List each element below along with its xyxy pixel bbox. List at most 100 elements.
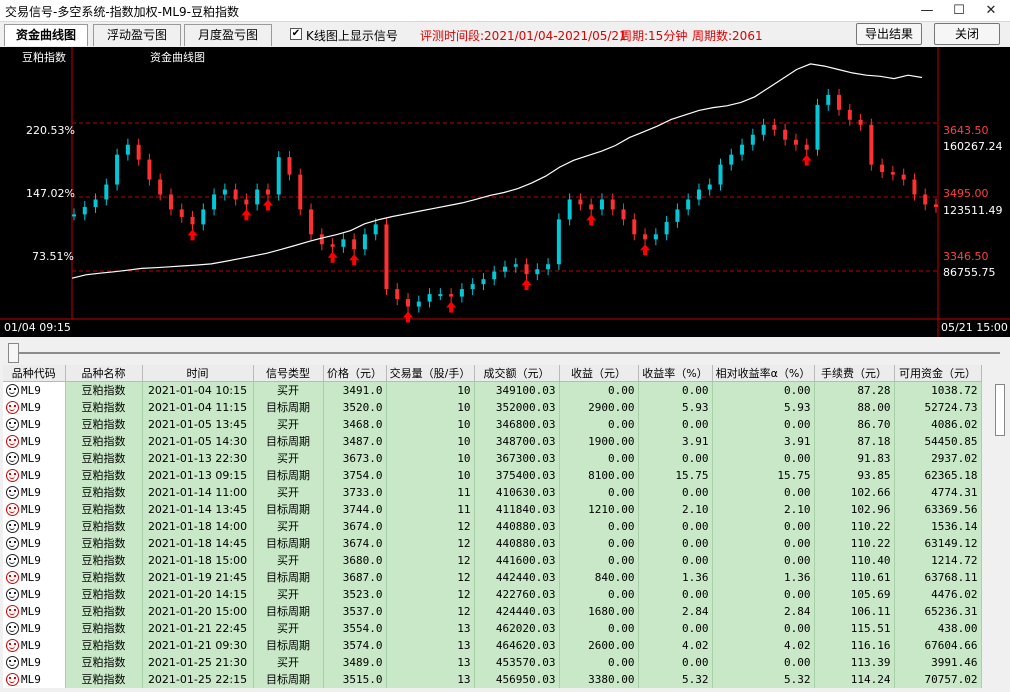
cell-rate: 4.02 xyxy=(638,636,713,654)
table-row[interactable]: ML9 豆粕指数 2021-01-25 21:30 买开 3489.0 13 453570.… xyxy=(3,653,982,671)
table-row[interactable]: ML9 豆粕指数 2021-01-05 14:30 目标周期 3487.0 10 34870… xyxy=(3,432,982,450)
cell-alpha: 0.00 xyxy=(712,483,815,501)
candle-body xyxy=(923,194,928,205)
cell-amount: 349100.03 xyxy=(474,381,560,399)
left-axis-label-mid: 147.02% xyxy=(26,187,75,200)
slider-thumb[interactable] xyxy=(8,343,19,363)
table-row[interactable]: ML9 豆粕指数 2021-01-25 22:15 目标周期 3515.0 13 45695… xyxy=(3,670,982,688)
column-header[interactable]: 品种代码 xyxy=(3,365,66,382)
cell-price: 3487.0 xyxy=(323,432,387,450)
chart-canvas xyxy=(0,47,1010,337)
candle-body xyxy=(567,199,572,220)
tab-monthly-pnl[interactable]: 月度盈亏图 xyxy=(184,24,272,46)
cell-alpha: 0.00 xyxy=(712,449,815,467)
cell-type: 买开 xyxy=(253,551,324,569)
candle-body xyxy=(136,144,141,160)
table-row[interactable]: ML9 豆粕指数 2021-01-04 11:15 目标周期 3520.0 10 35200… xyxy=(3,398,982,416)
cell-alpha: 0.00 xyxy=(712,653,815,671)
table-row[interactable]: ML9 豆粕指数 2021-01-18 14:45 目标周期 3674.0 12 44088… xyxy=(3,534,982,552)
column-header[interactable]: 成交额（元） xyxy=(474,365,560,382)
close-button[interactable]: 关闭 xyxy=(934,23,1000,45)
table-row[interactable]: ML9 豆粕指数 2021-01-14 11:00 买开 3733.0 11 410630.… xyxy=(3,483,982,501)
column-header[interactable]: 信号类型 xyxy=(253,365,324,382)
cell-fee: 114.24 xyxy=(814,670,895,688)
signal-arrow xyxy=(640,244,651,256)
table-scroll-thumb[interactable] xyxy=(995,384,1005,436)
candle-body xyxy=(912,179,917,195)
cell-cash: 67604.66 xyxy=(894,636,982,654)
table-row[interactable]: ML9 豆粕指数 2021-01-04 10:15 买开 3491.0 10 349100.… xyxy=(3,381,982,399)
cell-type: 目标周期 xyxy=(253,466,324,484)
chart-symbol-label: 豆粕指数 xyxy=(22,51,66,64)
candle-body xyxy=(696,189,701,200)
show-signal-checkbox[interactable]: ✔ xyxy=(290,28,302,40)
smiley-icon xyxy=(6,485,19,499)
time-end-label: 05/21 15:00 xyxy=(941,321,1008,334)
table-row[interactable]: ML9 豆粕指数 2021-01-13 09:15 目标周期 3754.0 10 37540… xyxy=(3,466,982,484)
column-header[interactable]: 收益（元） xyxy=(559,365,639,382)
export-button[interactable]: 导出结果 xyxy=(856,23,922,45)
candle-body xyxy=(847,109,852,120)
chart-time-slider[interactable] xyxy=(0,337,1010,365)
candle-body xyxy=(621,209,626,220)
table-row[interactable]: ML9 豆粕指数 2021-01-20 14:15 买开 3523.0 12 422760.… xyxy=(3,585,982,603)
table-row[interactable]: ML9 豆粕指数 2021-01-19 21:45 目标周期 3687.0 12 44244… xyxy=(3,568,982,586)
candle-body xyxy=(675,209,680,222)
table-vertical-scrollbar[interactable] xyxy=(993,382,1007,692)
table-row[interactable]: ML9 豆粕指数 2021-01-20 15:00 目标周期 3537.0 12 42444… xyxy=(3,602,982,620)
price-level-high: 3643.50 xyxy=(943,124,989,137)
tab-floating-pnl[interactable]: 浮动盈亏图 xyxy=(93,24,181,46)
cell-name: 豆粕指数 xyxy=(65,551,143,569)
table-row[interactable]: ML9 豆粕指数 2021-01-18 15:00 买开 3680.0 12 441600.… xyxy=(3,551,982,569)
table-row[interactable]: ML9 豆粕指数 2021-01-05 13:45 买开 3468.0 10 346800.… xyxy=(3,415,982,433)
cell-rate: 0.00 xyxy=(638,381,713,399)
tab-fund-curve[interactable]: 资金曲线图 xyxy=(4,24,88,46)
maximize-button[interactable]: ☐ xyxy=(944,0,974,22)
cell-rate: 2.10 xyxy=(638,500,713,518)
cell-name: 豆粕指数 xyxy=(65,432,143,450)
column-header[interactable]: 手续费（元） xyxy=(814,365,895,382)
column-header[interactable]: 价格（元） xyxy=(323,365,387,382)
candle-body xyxy=(503,266,507,272)
cell-time: 2021-01-18 14:00 xyxy=(142,517,254,535)
column-header[interactable]: 交易量（股/手） xyxy=(386,365,475,382)
cell-name: 豆粕指数 xyxy=(65,415,143,433)
candle-body xyxy=(837,94,842,110)
smiley-icon xyxy=(6,519,19,533)
cell-time: 2021-01-21 09:30 xyxy=(142,636,254,654)
cell-price: 3515.0 xyxy=(323,670,387,688)
minimize-button[interactable]: — xyxy=(912,0,942,22)
column-header[interactable]: 收益率（%） xyxy=(638,365,713,382)
period-count: 周期数:2061 xyxy=(692,29,763,43)
cell-type: 目标周期 xyxy=(253,602,324,620)
table-row[interactable]: ML9 豆粕指数 2021-01-21 22:45 买开 3554.0 13 462020.… xyxy=(3,619,982,637)
table-row[interactable]: ML9 豆粕指数 2021-01-18 14:00 买开 3674.0 12 440880.… xyxy=(3,517,982,535)
cell-fee: 110.22 xyxy=(814,517,895,535)
cell-profit: 840.00 xyxy=(559,568,639,586)
candle-body xyxy=(546,264,551,270)
candle-body xyxy=(783,129,788,140)
cell-profit: 0.00 xyxy=(559,551,639,569)
cell-cash: 70757.02 xyxy=(894,670,982,688)
table-row[interactable]: ML9 豆粕指数 2021-01-21 09:30 目标周期 3574.0 13 46462… xyxy=(3,636,982,654)
close-window-button[interactable]: ✕ xyxy=(976,0,1006,22)
signal-arrow xyxy=(349,254,360,266)
cell-type: 目标周期 xyxy=(253,398,324,416)
table-row[interactable]: ML9 豆粕指数 2021-01-13 22:30 买开 3673.0 10 367300.… xyxy=(3,449,982,467)
cell-type: 买开 xyxy=(253,619,324,637)
signal-arrow xyxy=(403,311,414,323)
cell-time: 2021-01-25 21:30 xyxy=(142,653,254,671)
column-header[interactable]: 品种名称 xyxy=(65,365,143,382)
cell-profit: 0.00 xyxy=(559,449,639,467)
candle-body xyxy=(309,209,314,235)
signal-table: 品种代码 品种名称 时间 信号类型 价格（元） 交易量（股/手） 成交额（元） 收益（元） 收益… xyxy=(3,365,993,692)
column-header[interactable]: 相对收益率α（%） xyxy=(712,365,815,382)
column-header[interactable]: 可用资金（元） xyxy=(894,365,982,382)
cell-fee: 110.22 xyxy=(814,534,895,552)
table-row[interactable]: ML9 豆粕指数 2021-01-14 13:45 目标周期 3744.0 11 41184… xyxy=(3,500,982,518)
cell-name: 豆粕指数 xyxy=(65,619,143,637)
cell-type: 目标周期 xyxy=(253,500,324,518)
column-header[interactable]: 时间 xyxy=(142,365,254,382)
window-title: 交易信号-多空系统-指数加权-ML9-豆粕指数 xyxy=(5,5,239,19)
signal-arrow xyxy=(521,279,532,291)
